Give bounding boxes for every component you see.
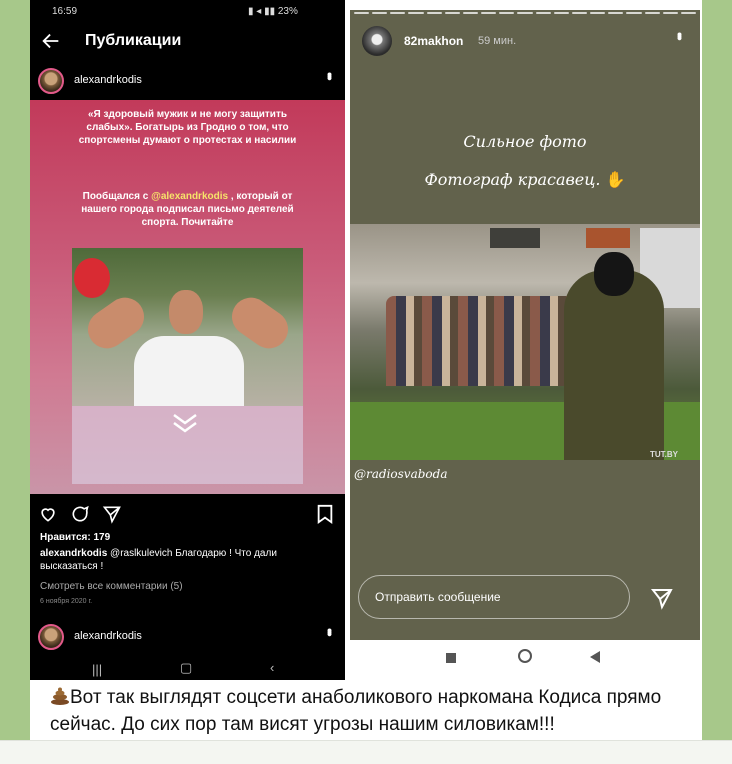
soldier-head [594,252,634,296]
caption-user[interactable]: alexandrkodis [40,548,107,559]
window [490,228,540,248]
back-arrow-icon[interactable] [40,30,62,52]
avatar[interactable] [362,26,392,56]
instagram-story-screenshot[interactable]: 82makhon 59 мин. ••• Сильное фото Фотогр… [350,10,700,640]
story-username[interactable]: 82makhon [404,34,463,48]
mention-link[interactable]: @alexandrkodis [151,191,228,202]
post-caption: alexandrkodis @raslkulevich Благодарю ! … [40,547,330,573]
story-text-line-2-text: Фотограф красавец. [424,170,601,189]
post-quote-text: «Я здоровый мужик и не могу защитить сла… [78,109,297,146]
story-text-line-1: Сильное фото [463,132,587,151]
bodybuilder-photo [72,248,303,406]
chevron-down-icon[interactable] [170,412,200,434]
send-icon[interactable] [650,586,674,610]
post-text-box: «Я здоровый мужик и не могу защитить сла… [72,102,303,242]
android-nav-bar [350,640,700,676]
page-title: Публикации [85,32,182,49]
battery-percent: 23% [277,6,298,17]
bottom-strip [0,740,732,764]
more-options-icon[interactable]: ••• [672,32,688,38]
post-date: 6 ноября 2020 г. [40,598,93,605]
post-body-text: Пообщался с @alexandrkodis , который от … [72,190,303,229]
avatar[interactable] [38,624,64,650]
story-time: 59 мин. [478,35,517,47]
likes-count[interactable]: Нравится: 179 [40,532,110,543]
window [586,228,630,248]
more-options-icon[interactable]: ••• [322,72,338,78]
avatar[interactable] [38,68,64,94]
heart-icon[interactable] [38,504,58,524]
man-torso [134,336,244,406]
more-options-icon[interactable]: ••• [322,628,338,634]
photo-watermark: TUT.BY [650,450,678,459]
post-author[interactable]: alexandrkodis [74,74,142,86]
back-icon[interactable]: ‹ [270,660,274,675]
share-icon[interactable] [102,504,122,524]
story-text-line-2: Фотограф красавец. ✋ [350,170,700,189]
comment-icon[interactable] [70,504,90,524]
view-comments-link[interactable]: Смотреть все комментарии (5) [40,581,183,592]
ig-header: Публикации [30,26,345,60]
recent-apps-icon[interactable]: ||| [92,662,102,677]
poop-icon [51,687,69,705]
story-photo: TUT.BY [350,224,700,460]
message-input[interactable]: Отправить сообщение [358,575,630,619]
post-author-row[interactable]: alexandrkodis ••• [30,64,345,100]
bookmark-icon[interactable] [316,504,334,524]
status-battery: ▮ ◂ ▮▮ 23% [248,6,298,17]
man-head [169,290,203,334]
message-placeholder: Отправить сообщение [375,590,501,604]
next-post-author[interactable]: alexandrkodis [74,630,142,642]
home-icon[interactable] [518,649,532,663]
post-image[interactable]: «Я здоровый мужик и не могу защитить сла… [30,100,345,494]
message-text: Вот так выглядят соцсети анаболикового н… [50,684,690,738]
clapping-hand-icon: ✋ [605,170,626,189]
post-body-pre: Пообщался с [82,191,152,202]
recent-apps-icon[interactable] [446,653,456,663]
balloon [74,258,110,298]
soldier [564,270,664,460]
status-time: 16:59 [52,6,78,17]
story-progress [354,12,696,18]
status-bar: 16:59 ▮ ◂ ▮▮ 23% [30,0,345,22]
instagram-post-screenshot[interactable]: 16:59 ▮ ◂ ▮▮ 23% Публикации alexandrkodi… [30,0,345,680]
next-post-author-row[interactable]: alexandrkodis ••• [30,620,345,656]
mention-tag[interactable]: @radiosvaboda [354,467,447,481]
post-actions [30,500,345,530]
message-text-content: Вот так выглядят соцсети анаболикового н… [50,687,662,735]
back-icon[interactable] [590,651,600,663]
android-nav-bar: ||| ▢ ‹ [30,660,345,680]
home-icon[interactable]: ▢ [180,660,192,676]
